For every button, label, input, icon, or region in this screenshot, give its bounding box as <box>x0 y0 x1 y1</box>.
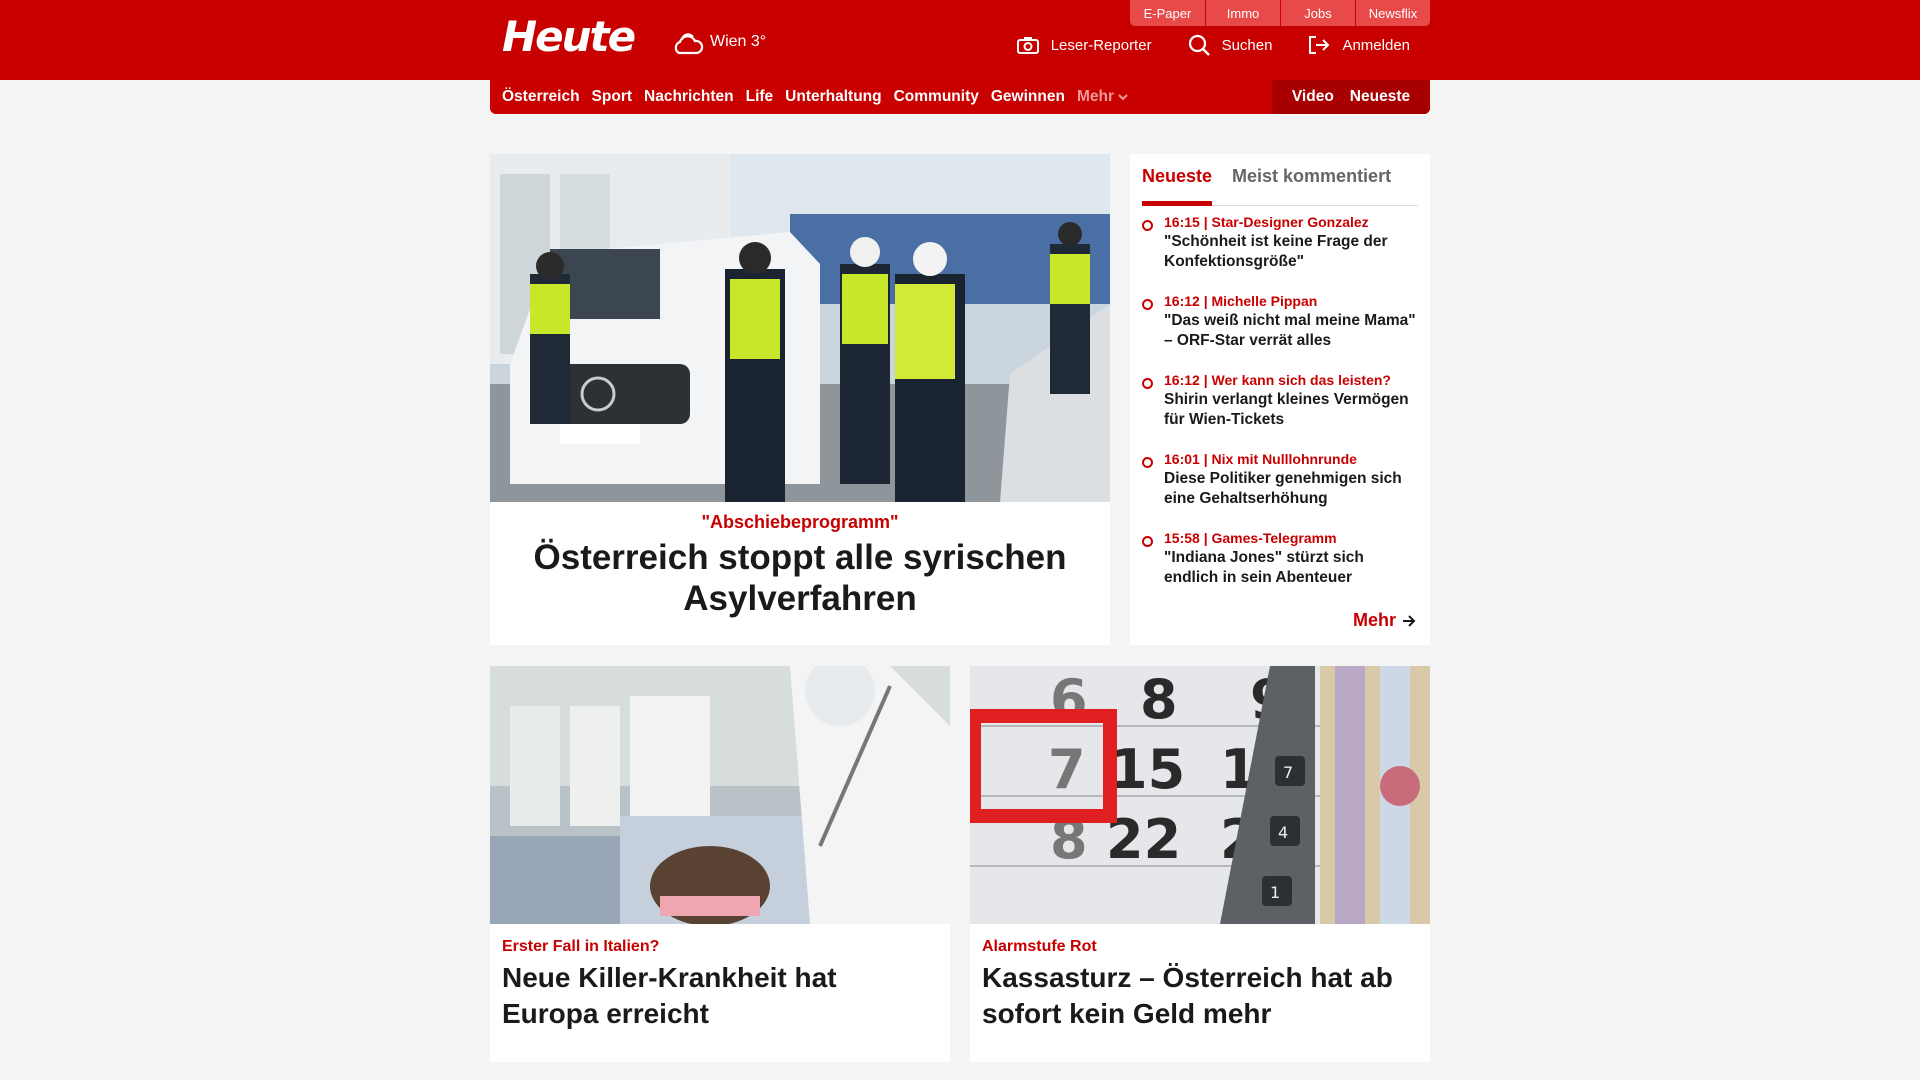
calendar-day: 8 <box>1140 668 1178 731</box>
list-item[interactable]: 16:12 | Wer kann sich das leisten? Shiri… <box>1142 372 1418 451</box>
news-meta: 16:12 | Wer kann sich das leisten? <box>1164 372 1391 388</box>
bullet-dot-icon <box>1142 220 1153 231</box>
more-news-label: Mehr <box>1352 610 1396 630</box>
bullet-dot-icon <box>1142 378 1153 389</box>
hero-title[interactable]: Österreich stoppt alle syrischen Asylver… <box>490 537 1110 619</box>
news-meta: 16:01 | Nix mit Nulllohnrunde <box>1164 451 1357 467</box>
news-title[interactable]: "Schönheit ist keine Frage der Konfektio… <box>1164 232 1418 272</box>
search-label: Suchen <box>1221 36 1273 54</box>
tab-meist-kommentiert[interactable]: Meist kommentiert <box>1232 162 1391 205</box>
search-icon <box>1188 34 1210 56</box>
list-item[interactable]: 16:12 | Michelle Pippan "Das weiß nicht … <box>1142 293 1418 372</box>
list-item[interactable]: 16:01 | Nix mit Nulllohnrunde Diese Poli… <box>1142 451 1418 530</box>
news-meta: 15:58 | Games-Telegramm <box>1164 530 1337 546</box>
tab-neueste[interactable]: Neueste <box>1142 162 1213 206</box>
tab-newsflix[interactable]: Newsflix <box>1355 0 1430 26</box>
weather-text: Wien 3° <box>710 33 767 50</box>
latest-news-list: 16:15 | Star-Designer Gonzalez "Schönhei… <box>1142 214 1418 609</box>
calendar-day: 22 <box>1106 808 1181 871</box>
card-kicker: Erster Fall in Italien? <box>502 938 660 955</box>
leser-reporter-button[interactable]: Leser-Reporter <box>1016 36 1152 54</box>
header-actions: Leser-Reporter Suchen Anmelden <box>981 34 1410 56</box>
calendar-day: 7 <box>1048 738 1086 801</box>
article-card-italy[interactable]: Erster Fall in Italien? Neue Killer-Kran… <box>490 666 950 1062</box>
bullet-dot-icon <box>1142 536 1153 547</box>
arrow-right-icon <box>1403 614 1416 627</box>
more-news-link[interactable]: Mehr <box>1353 610 1416 631</box>
nav-more-label: Mehr <box>1076 88 1114 105</box>
hospital-photo <box>490 666 950 924</box>
list-item[interactable]: 16:15 | Star-Designer Gonzalez "Schönhei… <box>1142 214 1418 293</box>
chevron-down-icon <box>1118 94 1128 101</box>
login-icon <box>1309 36 1330 54</box>
list-item[interactable]: 15:58 | Games-Telegramm "Indiana Jones" … <box>1142 530 1418 609</box>
card-title[interactable]: Neue Killer-Krankheit hat Europa erreich… <box>502 960 938 1032</box>
calendar-money-photo: 6 8 9 7 15 16 8 22 2 7 4 1 <box>970 666 1430 924</box>
calculator-key: 4 <box>1278 823 1288 842</box>
calendar-day: 15 <box>1110 738 1185 801</box>
tab-jobs[interactable]: Jobs <box>1280 0 1355 26</box>
login-button[interactable]: Anmelden <box>1308 35 1410 55</box>
news-sidebar: Neueste Meist kommentiert 16:15 | Star-D… <box>1130 154 1430 645</box>
news-meta: 16:15 | Star-Designer Gonzalez <box>1164 214 1369 230</box>
nav-more-dropdown[interactable]: Mehr <box>1077 88 1128 106</box>
nav-item-gewinnen[interactable]: Gewinnen <box>991 88 1065 106</box>
leser-reporter-label: Leser-Reporter <box>1050 36 1152 54</box>
article-card-budget[interactable]: 6 8 9 7 15 16 8 22 2 7 4 1 Alarmstufe Ro… <box>970 666 1430 1062</box>
site-header: Heute Wien 3° E-Paper Immo Jobs Newsflix… <box>0 0 1920 80</box>
camera-icon <box>1016 37 1039 54</box>
nav-video[interactable]: Video <box>1292 88 1334 106</box>
nav-item-community[interactable]: Community <box>894 88 979 106</box>
card-image-hospital[interactable] <box>490 666 950 924</box>
calculator-key: 1 <box>1270 883 1280 902</box>
news-title[interactable]: "Indiana Jones" stürzt sich endlich in s… <box>1164 548 1418 588</box>
calculator-key: 7 <box>1283 763 1293 782</box>
nav-right-group: Video Neueste <box>1272 80 1430 114</box>
card-title[interactable]: Kassasturz – Österreich hat ab sofort ke… <box>982 960 1418 1032</box>
nav-item-life[interactable]: Life <box>746 88 774 106</box>
news-title[interactable]: Shirin verlangt kleines Vermögen für Wie… <box>1164 390 1418 430</box>
nav-item-unterhaltung[interactable]: Unterhaltung <box>785 88 881 106</box>
police-checkpoint-photo <box>490 154 1110 502</box>
bullet-dot-icon <box>1142 299 1153 310</box>
tab-epaper[interactable]: E-Paper <box>1130 0 1205 26</box>
hero-image[interactable] <box>490 154 1110 502</box>
heute-logo[interactable]: Heute <box>502 12 636 61</box>
top-tabs: E-Paper Immo Jobs Newsflix <box>1130 0 1430 26</box>
news-meta: 16:12 | Michelle Pippan <box>1164 293 1318 309</box>
hero-article[interactable]: "Abschiebeprogramm" Österreich stoppt al… <box>490 154 1110 645</box>
search-button[interactable]: Suchen <box>1188 34 1273 56</box>
nav-neueste[interactable]: Neueste <box>1350 88 1410 106</box>
login-label: Anmelden <box>1342 36 1410 54</box>
news-title[interactable]: "Das weiß nicht mal meine Mama" – ORF-St… <box>1164 311 1418 351</box>
nav-item-oesterreich[interactable]: Österreich <box>502 88 580 106</box>
nav-item-nachrichten[interactable]: Nachrichten <box>644 88 734 106</box>
tab-immo[interactable]: Immo <box>1205 0 1280 26</box>
nav-item-sport[interactable]: Sport <box>592 88 632 106</box>
weather-widget[interactable]: Wien 3° <box>672 28 766 56</box>
bullet-dot-icon <box>1142 457 1153 468</box>
card-image-calendar[interactable]: 6 8 9 7 15 16 8 22 2 7 4 1 <box>970 666 1430 924</box>
main-nav: Österreich Sport Nachrichten Life Unterh… <box>490 80 1430 114</box>
hero-kicker: "Abschiebeprogramm" <box>701 512 899 532</box>
sidebar-tabs: Neueste Meist kommentiert <box>1142 162 1418 206</box>
card-kicker: Alarmstufe Rot <box>982 938 1097 955</box>
news-title[interactable]: Diese Politiker genehmigen sich eine Geh… <box>1164 469 1418 509</box>
weather-cloud-icon <box>674 33 704 55</box>
